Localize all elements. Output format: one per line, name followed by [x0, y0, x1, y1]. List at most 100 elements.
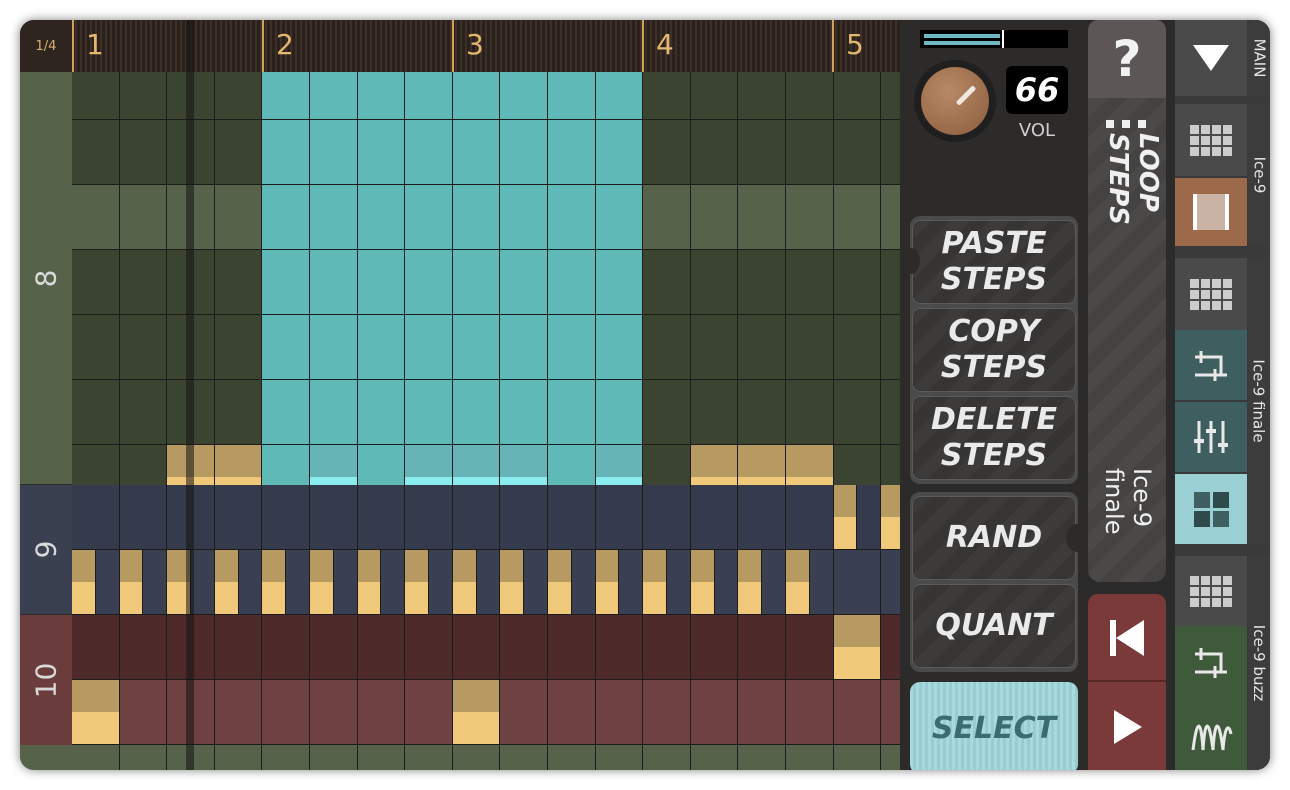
step-cell[interactable] [310, 485, 358, 550]
step-cell[interactable] [214, 72, 263, 120]
step-cell[interactable] [214, 185, 263, 250]
step-cell[interactable] [548, 680, 596, 745]
finale-routing-button[interactable] [1175, 330, 1247, 400]
step-cell[interactable] [595, 680, 644, 745]
buzz-grid-button[interactable] [1175, 556, 1247, 626]
step-cell[interactable] [786, 615, 834, 680]
step-cell[interactable] [548, 380, 596, 445]
paste-steps-button[interactable]: PASTE STEPS [912, 220, 1076, 304]
skip-back-icon[interactable] [1110, 620, 1146, 656]
step-cell[interactable] [595, 485, 644, 550]
step-cell[interactable] [357, 120, 406, 185]
buzz-wave-button[interactable] [1175, 698, 1247, 770]
step-cell[interactable] [833, 120, 882, 185]
step-cell[interactable] [595, 380, 644, 445]
step-cell[interactable] [262, 185, 310, 250]
step-cell[interactable] [833, 680, 882, 745]
step-cell[interactable] [72, 380, 120, 445]
step-cell[interactable] [833, 745, 882, 770]
step-cell[interactable] [119, 680, 168, 745]
step-cell[interactable] [310, 315, 358, 380]
step-cell[interactable] [738, 250, 786, 315]
step-cell[interactable] [405, 315, 453, 380]
step-cell[interactable] [405, 250, 453, 315]
step-cell[interactable] [738, 615, 786, 680]
step-cell[interactable] [452, 250, 501, 315]
step-velocity[interactable] [500, 550, 525, 615]
step-cell[interactable] [405, 615, 453, 680]
step-velocity[interactable] [643, 550, 667, 615]
step-cell[interactable] [214, 380, 263, 445]
step-cell[interactable] [500, 185, 548, 250]
play-icon[interactable] [1114, 710, 1142, 744]
step-velocity[interactable] [72, 550, 96, 615]
step-cell[interactable] [214, 315, 263, 380]
dropdown-button[interactable] [1175, 20, 1247, 96]
step-cell[interactable] [690, 485, 739, 550]
step-cell[interactable] [452, 185, 501, 250]
ice9-grid-button[interactable] [1175, 104, 1247, 176]
step-cell[interactable] [262, 680, 310, 745]
step-cell[interactable] [119, 745, 168, 770]
step-cell[interactable] [405, 680, 453, 745]
step-cell[interactable] [643, 72, 691, 120]
step-cell[interactable] [881, 380, 900, 445]
step-cell[interactable] [690, 745, 739, 770]
step-cell[interactable] [310, 615, 358, 680]
step-cell[interactable] [595, 72, 644, 120]
instrument-main[interactable]: MAIN [1248, 20, 1270, 96]
step-cell[interactable] [738, 72, 786, 120]
step-cell[interactable] [310, 680, 358, 745]
step-cell[interactable] [310, 250, 358, 315]
step-cell[interactable] [119, 72, 168, 120]
step-velocity[interactable] [595, 550, 620, 615]
pattern-strip[interactable]: LOOP STEPS Ice-9 finale [1088, 98, 1166, 582]
step-cell[interactable] [643, 745, 691, 770]
step-cell[interactable] [786, 315, 834, 380]
step-cell[interactable] [643, 485, 691, 550]
step-cell[interactable] [643, 315, 691, 380]
step-velocity[interactable] [690, 550, 715, 615]
step-cell[interactable] [72, 315, 120, 380]
copy-steps-button[interactable]: COPY STEPS [912, 308, 1076, 392]
help-button[interactable]: ? [1088, 20, 1166, 98]
step-cell[interactable] [690, 120, 739, 185]
step-cell[interactable] [548, 745, 596, 770]
step-cell[interactable] [595, 250, 644, 315]
step-cell[interactable] [119, 380, 168, 445]
step-cell[interactable] [262, 380, 310, 445]
step-cell[interactable] [643, 680, 691, 745]
step-cell[interactable] [690, 380, 739, 445]
step-cell[interactable] [262, 485, 310, 550]
step-cell[interactable] [452, 745, 501, 770]
step-cell[interactable] [738, 745, 786, 770]
step-cell[interactable] [262, 250, 310, 315]
step-cell[interactable] [72, 72, 120, 120]
step-cell[interactable] [833, 380, 882, 445]
step-cell[interactable] [548, 615, 596, 680]
step-cell[interactable] [786, 745, 834, 770]
step-cell[interactable] [595, 185, 644, 250]
step-cell[interactable] [119, 315, 168, 380]
step-cell[interactable] [738, 485, 786, 550]
step-cell[interactable] [881, 315, 900, 380]
step-cell[interactable] [548, 250, 596, 315]
step-cell[interactable] [500, 120, 548, 185]
step-velocity[interactable] [881, 485, 900, 550]
step-velocity[interactable] [548, 550, 572, 615]
finale-grid-button[interactable] [1175, 258, 1247, 330]
step-cell[interactable] [833, 250, 882, 315]
step-cell[interactable] [357, 315, 406, 380]
step-cell[interactable] [833, 185, 882, 250]
step-cell[interactable] [262, 120, 310, 185]
step-cell[interactable] [548, 315, 596, 380]
step-cell[interactable] [72, 745, 120, 770]
step-cell[interactable] [500, 380, 548, 445]
step-cell[interactable] [119, 615, 168, 680]
step-cell[interactable] [310, 72, 358, 120]
step-velocity[interactable] [214, 550, 239, 615]
step-cell[interactable] [310, 120, 358, 185]
step-cell[interactable] [500, 615, 548, 680]
step-cell[interactable] [690, 680, 739, 745]
step-cell[interactable] [452, 485, 501, 550]
